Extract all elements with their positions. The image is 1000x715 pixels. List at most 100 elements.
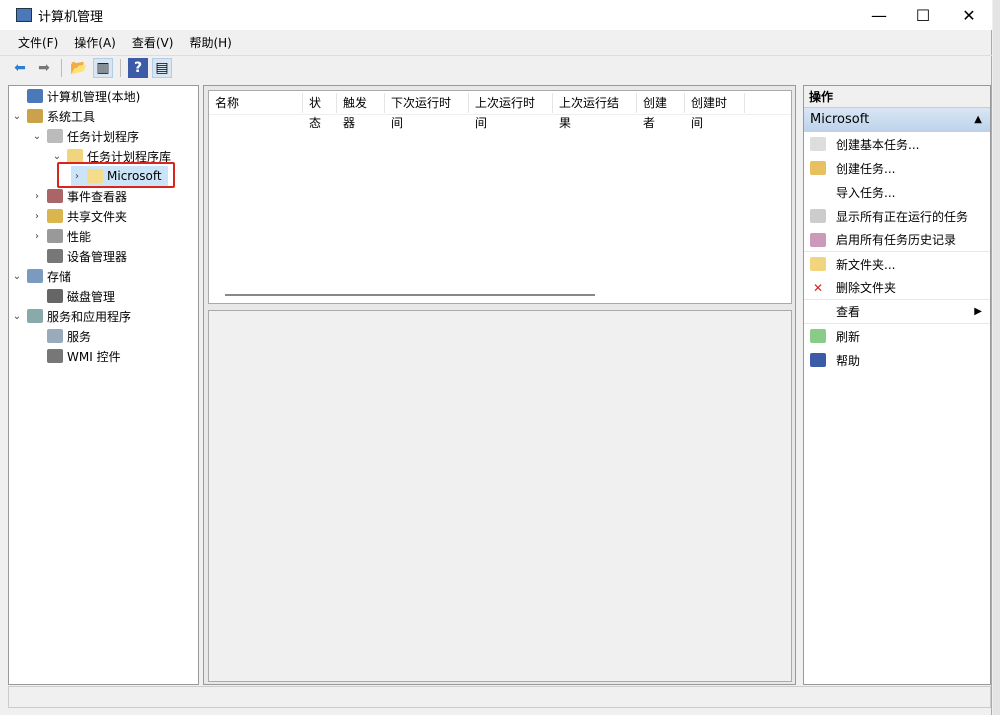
tree-item[interactable]: 计算机管理(本地) bbox=[11, 86, 140, 106]
action-item[interactable]: 查看 ▶ bbox=[804, 300, 990, 324]
tree-item[interactable]: › 事件查看器 bbox=[31, 186, 127, 206]
menu-file[interactable]: 文件(F) bbox=[10, 32, 66, 53]
column-header[interactable]: 下次运行时间 bbox=[385, 92, 469, 130]
action-item[interactable]: 显示所有正在运行的任务 bbox=[804, 204, 990, 228]
submenu-arrow-icon: ▶ bbox=[974, 306, 982, 317]
action-item[interactable]: 导入任务... bbox=[804, 180, 990, 204]
action-item[interactable]: 新文件夹... bbox=[804, 252, 990, 276]
forward-arrow-icon[interactable]: ➡ bbox=[34, 58, 54, 78]
blank-icon bbox=[810, 305, 826, 319]
help-icon bbox=[810, 353, 826, 367]
tree-item[interactable]: ⌄ 系统工具 bbox=[11, 106, 95, 126]
actions-pane: 操作 Microsoft ▲ 创建基本任务... 创建任务... 导入任务... 显示所… bbox=[803, 85, 991, 685]
column-header[interactable]: 状态 bbox=[303, 92, 337, 130]
action-label: 查看 bbox=[836, 305, 861, 319]
services-icon bbox=[47, 329, 63, 343]
action-label: 删除文件夹 bbox=[836, 281, 897, 295]
expand-chevron-icon[interactable]: ⌄ bbox=[11, 271, 23, 282]
expand-chevron-icon[interactable]: › bbox=[31, 231, 43, 242]
action-item[interactable]: ✕ 删除文件夹 bbox=[804, 276, 990, 300]
column-header[interactable]: 触发器 bbox=[337, 92, 385, 130]
actions-section-microsoft[interactable]: Microsoft ▲ bbox=[804, 108, 990, 132]
tree-item[interactable]: ⌄ 任务计划程序 bbox=[31, 126, 139, 146]
tree-item[interactable]: WMI 控件 bbox=[31, 346, 121, 366]
computer-management-icon bbox=[27, 89, 43, 103]
action-item[interactable]: 创建任务... bbox=[804, 156, 990, 180]
back-arrow-icon[interactable]: ⬅ bbox=[10, 58, 30, 78]
menu-help[interactable]: 帮助(H) bbox=[181, 32, 239, 53]
close-button[interactable]: ✕ bbox=[946, 0, 992, 30]
up-folder-icon[interactable]: 📂 bbox=[69, 58, 89, 78]
storage-icon bbox=[27, 269, 43, 283]
tree-item-label: WMI 控件 bbox=[67, 349, 121, 364]
toolbar-divider bbox=[120, 59, 121, 77]
tree-item[interactable]: › 共享文件夹 bbox=[31, 206, 127, 226]
running-tasks-icon bbox=[810, 209, 826, 223]
expand-chevron-icon[interactable]: ⌄ bbox=[51, 151, 63, 162]
tree-item-label: 计算机管理(本地) bbox=[47, 89, 141, 104]
tree-item-label: 服务和应用程序 bbox=[47, 309, 132, 324]
background-window bbox=[993, 0, 1000, 715]
column-header[interactable]: 上次运行时间 bbox=[469, 92, 553, 130]
minimize-button[interactable]: — bbox=[856, 0, 902, 30]
tree-item-label: 服务 bbox=[67, 329, 92, 344]
tree-item-label: 任务计划程序 bbox=[67, 129, 140, 144]
help-icon[interactable]: ? bbox=[128, 58, 148, 78]
show-hide-console-tree-icon[interactable]: ▥ bbox=[93, 58, 113, 78]
task-list[interactable]: 名称 状态 触发器 下次运行时间 上次运行时间 上次运行结果 创建者 创建时间 bbox=[208, 90, 792, 304]
expand-chevron-icon[interactable]: ⌄ bbox=[31, 131, 43, 142]
event-viewer-icon bbox=[47, 189, 63, 203]
action-label: 新文件夹... bbox=[836, 257, 896, 272]
action-label: 显示所有正在运行的任务 bbox=[836, 209, 969, 224]
collapse-arrow-icon[interactable]: ▲ bbox=[974, 108, 982, 132]
window-title: 计算机管理 bbox=[38, 9, 104, 25]
toolbar: ⬅ ➡ 📂 ▥ ? ▤ bbox=[0, 55, 992, 80]
action-label: 帮助 bbox=[836, 353, 861, 368]
tree-item[interactable]: 设备管理器 bbox=[31, 246, 127, 266]
expand-chevron-icon[interactable]: › bbox=[31, 191, 43, 202]
highlight-box bbox=[57, 162, 175, 188]
show-hide-action-pane-icon[interactable]: ▤ bbox=[152, 58, 172, 78]
maximize-button[interactable]: ☐ bbox=[900, 0, 946, 30]
horizontal-scrollbar[interactable] bbox=[225, 294, 595, 296]
column-header[interactable]: 创建时间 bbox=[685, 92, 745, 130]
action-item[interactable]: 帮助 bbox=[804, 348, 990, 372]
tree-item[interactable]: ⌄ 存储 bbox=[11, 266, 71, 286]
services-apps-icon bbox=[27, 309, 43, 323]
create-basic-task-icon bbox=[810, 137, 826, 151]
menu-view[interactable]: 查看(V) bbox=[124, 32, 182, 53]
tree-item-label: 存储 bbox=[47, 269, 72, 284]
status-bar bbox=[8, 686, 991, 708]
action-item[interactable]: 启用所有任务历史记录 bbox=[804, 228, 990, 252]
toolbar-divider bbox=[61, 59, 62, 77]
tree-item[interactable]: ⌄ 服务和应用程序 bbox=[11, 306, 131, 326]
tree-item[interactable]: 磁盘管理 bbox=[31, 286, 115, 306]
clock-icon bbox=[47, 129, 63, 143]
action-item[interactable]: 刷新 bbox=[804, 324, 990, 348]
history-icon bbox=[810, 232, 826, 247]
menu-action[interactable]: 操作(A) bbox=[66, 32, 124, 53]
column-header[interactable]: 名称 bbox=[209, 92, 303, 113]
expand-chevron-icon[interactable]: › bbox=[31, 211, 43, 222]
expand-chevron-icon[interactable]: ⌄ bbox=[11, 111, 23, 122]
action-item[interactable]: 创建基本任务... bbox=[804, 132, 990, 156]
tree-item[interactable]: 服务 bbox=[31, 326, 91, 346]
title-bar: 计算机管理 — ☐ ✕ bbox=[0, 0, 992, 30]
tree-item-label: 共享文件夹 bbox=[67, 209, 128, 224]
column-headers: 名称 状态 触发器 下次运行时间 上次运行时间 上次运行结果 创建者 创建时间 bbox=[209, 91, 791, 130]
column-header[interactable]: 创建者 bbox=[637, 92, 685, 130]
tree-item-label: 设备管理器 bbox=[67, 249, 128, 264]
disk-icon bbox=[47, 289, 63, 303]
tree-item-label: 系统工具 bbox=[47, 109, 96, 124]
tree-item[interactable]: › 性能 bbox=[31, 226, 91, 246]
tree-item-label: 性能 bbox=[67, 229, 92, 244]
column-header[interactable]: 上次运行结果 bbox=[553, 92, 637, 130]
expand-chevron-icon[interactable]: ⌄ bbox=[11, 311, 23, 322]
action-label: 刷新 bbox=[836, 329, 861, 344]
action-label: 启用所有任务历史记录 bbox=[836, 233, 957, 247]
device-manager-icon bbox=[47, 249, 63, 263]
computer-management-window: 计算机管理 — ☐ ✕ 文件(F) 操作(A) 查看(V) 帮助(H) ⬅ ➡ … bbox=[0, 0, 992, 715]
section-title: Microsoft bbox=[810, 112, 870, 127]
wmi-icon bbox=[47, 349, 63, 363]
actions-header: 操作 bbox=[804, 86, 990, 108]
